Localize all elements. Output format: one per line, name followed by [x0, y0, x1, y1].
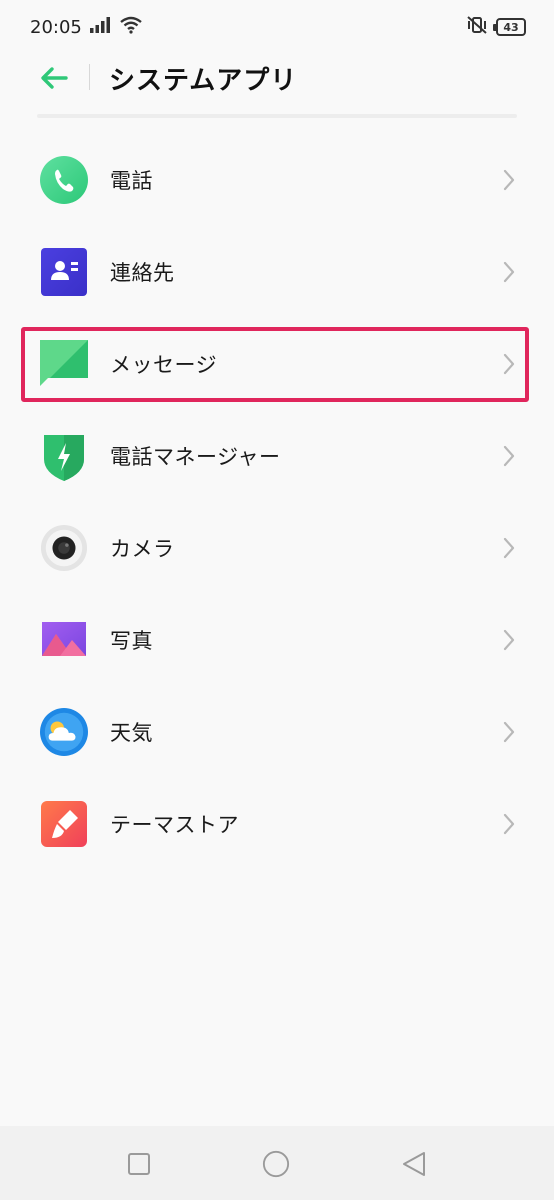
header: システムアプリ [0, 50, 554, 106]
camera-icon [40, 524, 88, 572]
chevron-right-icon [502, 352, 516, 376]
app-label: カメラ [110, 537, 175, 561]
list-item-theme-store[interactable]: テーマストア [0, 778, 554, 870]
recents-square-icon[interactable] [125, 1150, 153, 1178]
list-item-photos[interactable]: 写真 [0, 594, 554, 686]
app-label: 連絡先 [110, 261, 175, 285]
app-label: 電話マネージャー [110, 445, 281, 469]
chevron-right-icon [502, 260, 516, 284]
messages-icon [40, 340, 88, 388]
app-label: メッセージ [110, 353, 218, 377]
chevron-right-icon [502, 444, 516, 468]
chevron-right-icon [502, 720, 516, 744]
weather-icon [40, 708, 88, 756]
app-label: 電話 [110, 169, 153, 193]
contacts-icon [40, 248, 88, 296]
chevron-right-icon [502, 168, 516, 192]
home-circle-icon[interactable] [262, 1150, 290, 1178]
status-bar: 20:05 43 [0, 0, 554, 54]
status-left: 20:05 [30, 16, 142, 39]
battery-level: 43 [503, 20, 519, 34]
header-divider-line [37, 114, 517, 118]
vibrate-off-icon [466, 15, 488, 39]
app-list: 電話 連絡先 メッセージ 電話マネージャー カメラ 写真 天気 テーマストア [0, 134, 554, 870]
wifi-icon [120, 16, 142, 39]
app-label: 天気 [110, 721, 153, 745]
photos-icon [40, 616, 88, 664]
phone-manager-shield-icon [40, 432, 88, 481]
back-arrow-icon[interactable] [36, 60, 72, 96]
header-divider [89, 64, 90, 90]
status-right: 43 [466, 15, 526, 39]
list-item-camera[interactable]: カメラ [0, 502, 554, 594]
chevron-right-icon [502, 628, 516, 652]
phone-icon [40, 156, 88, 204]
list-item-weather[interactable]: 天気 [0, 686, 554, 778]
list-item-contacts[interactable]: 連絡先 [0, 226, 554, 318]
list-item-messages[interactable]: メッセージ [0, 318, 554, 410]
nav-bar [0, 1126, 554, 1200]
app-label: テーマストア [110, 813, 239, 837]
battery-icon: 43 [493, 18, 526, 36]
status-time: 20:05 [30, 16, 82, 38]
page-title: システムアプリ [109, 66, 298, 96]
list-item-phone-manager[interactable]: 電話マネージャー [0, 410, 554, 502]
signal-icon [89, 16, 112, 38]
list-item-phone[interactable]: 電話 [0, 134, 554, 226]
chevron-right-icon [502, 812, 516, 836]
back-triangle-icon[interactable] [400, 1150, 428, 1178]
chevron-right-icon [502, 536, 516, 560]
theme-store-icon [40, 800, 88, 848]
app-label: 写真 [110, 629, 153, 653]
